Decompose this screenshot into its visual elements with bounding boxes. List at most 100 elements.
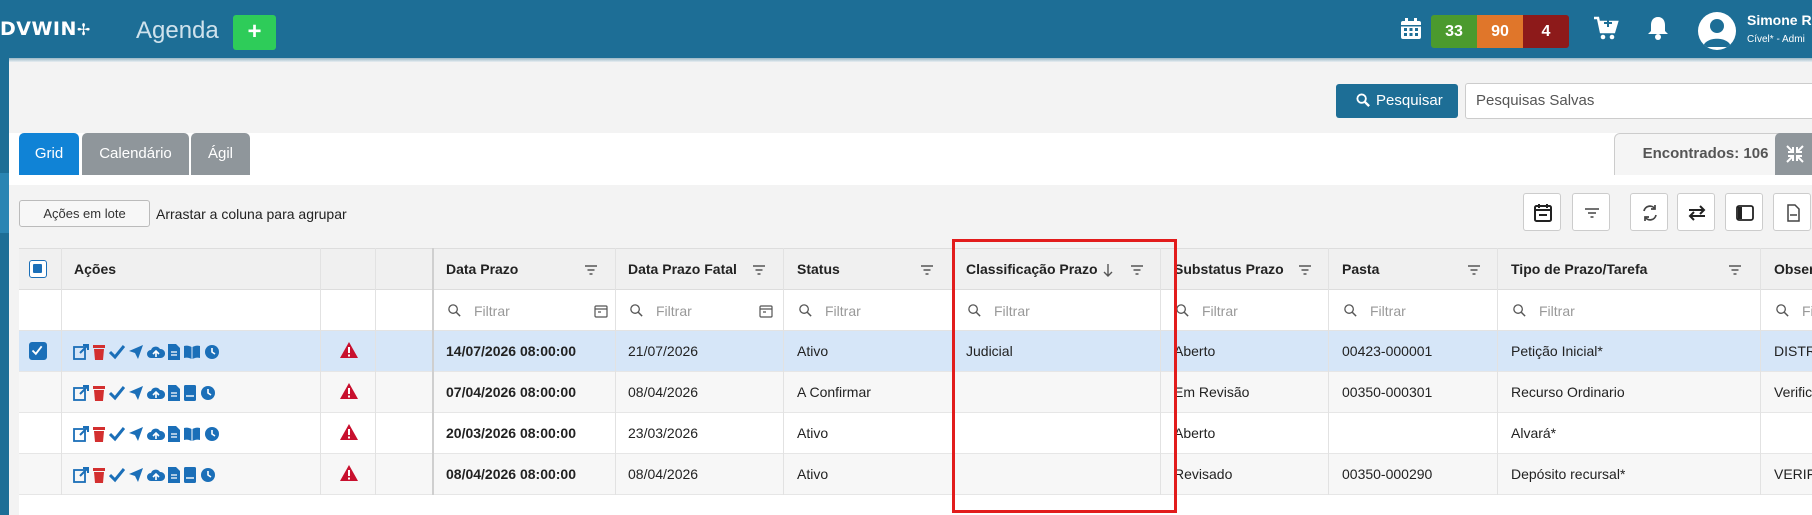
cell-data-prazo: 14/07/2026 08:00:00 bbox=[446, 343, 576, 359]
cloud-upload-icon[interactable] bbox=[147, 385, 165, 401]
user-name[interactable]: Simone R bbox=[1747, 12, 1812, 28]
filter-data-prazo-fatal[interactable]: Filtrar bbox=[656, 303, 692, 319]
tab-calendario[interactable]: Calendário bbox=[82, 133, 189, 175]
delete-icon[interactable] bbox=[92, 385, 106, 401]
column-filter-icon[interactable] bbox=[919, 262, 935, 278]
select-all-checkbox[interactable] bbox=[29, 260, 47, 278]
clock-icon[interactable] bbox=[204, 344, 220, 360]
column-filter-icon[interactable] bbox=[583, 262, 599, 278]
delete-icon[interactable] bbox=[92, 467, 106, 483]
filter-tipo[interactable]: Filtrar bbox=[1539, 303, 1575, 319]
filter-status[interactable]: Filtrar bbox=[825, 303, 861, 319]
filter-pasta[interactable]: Filtrar bbox=[1370, 303, 1406, 319]
document-icon[interactable] bbox=[168, 385, 180, 401]
filter-tool-button[interactable] bbox=[1572, 193, 1610, 231]
search-button[interactable]: Pesquisar bbox=[1336, 84, 1458, 118]
column-filter-icon[interactable] bbox=[1727, 262, 1743, 278]
add-button[interactable]: + bbox=[233, 15, 276, 50]
badge-red-count[interactable]: 4 bbox=[1523, 15, 1569, 48]
edit-icon[interactable] bbox=[73, 426, 89, 442]
calendar-picker-icon[interactable] bbox=[759, 304, 773, 318]
filter-substatus[interactable]: Filtrar bbox=[1202, 303, 1238, 319]
notebook-icon[interactable] bbox=[183, 467, 197, 483]
export-tool-button[interactable] bbox=[1773, 193, 1811, 231]
notebook-icon[interactable] bbox=[183, 385, 197, 401]
cell-status: A Confirmar bbox=[797, 384, 871, 400]
cart-icon[interactable] bbox=[1593, 15, 1619, 41]
table-row[interactable]: 20/03/2026 08:00:00 23/03/2026 Ativo Abe… bbox=[19, 413, 1812, 454]
col-status[interactable]: Status bbox=[797, 261, 840, 277]
highlight-annotation-box bbox=[952, 239, 1177, 513]
edit-icon[interactable] bbox=[73, 344, 89, 360]
app-logo[interactable]: DVWIN✢ bbox=[0, 18, 91, 40]
cloud-upload-icon[interactable] bbox=[147, 426, 165, 442]
calendar-icon[interactable] bbox=[1400, 18, 1422, 40]
book-icon[interactable] bbox=[183, 426, 201, 442]
export-file-icon bbox=[1787, 204, 1800, 222]
book-icon[interactable] bbox=[183, 344, 201, 360]
column-filter-icon[interactable] bbox=[1466, 262, 1482, 278]
col-data-prazo-fatal[interactable]: Data Prazo Fatal bbox=[628, 261, 737, 277]
columns-tool-button[interactable] bbox=[1725, 193, 1763, 231]
edit-icon[interactable] bbox=[73, 467, 89, 483]
batch-actions-button[interactable]: Ações em lote bbox=[19, 200, 150, 227]
column-filter-icon[interactable] bbox=[1297, 262, 1313, 278]
document-icon[interactable] bbox=[168, 426, 180, 442]
clock-icon[interactable] bbox=[204, 426, 220, 442]
cloud-upload-icon[interactable] bbox=[147, 344, 165, 360]
send-icon[interactable] bbox=[128, 385, 144, 401]
col-observacao[interactable]: Observ bbox=[1774, 261, 1812, 277]
check-icon[interactable] bbox=[109, 385, 125, 401]
col-acoes[interactable]: Ações bbox=[74, 261, 116, 277]
refresh-icon bbox=[1643, 205, 1657, 221]
badge-green-count[interactable]: 33 bbox=[1431, 15, 1477, 48]
table-row[interactable]: 07/04/2026 08:00:00 08/04/2026 A Confirm… bbox=[19, 372, 1812, 413]
grid-header: Ações Data Prazo Data Prazo Fatal Status… bbox=[19, 248, 1812, 290]
cloud-upload-icon[interactable] bbox=[147, 467, 165, 483]
cell-pasta[interactable]: 00350-000301 bbox=[1342, 384, 1432, 400]
col-pasta[interactable]: Pasta bbox=[1342, 261, 1379, 277]
swap-tool-button[interactable] bbox=[1677, 193, 1715, 231]
send-icon[interactable] bbox=[128, 426, 144, 442]
search-icon bbox=[1344, 304, 1357, 317]
date-tool-button[interactable] bbox=[1523, 193, 1561, 231]
check-icon[interactable] bbox=[109, 344, 125, 360]
document-icon[interactable] bbox=[168, 467, 180, 483]
tab-agil[interactable]: Ágil bbox=[191, 133, 250, 175]
col-data-prazo[interactable]: Data Prazo bbox=[446, 261, 518, 277]
badge-orange-count[interactable]: 90 bbox=[1477, 15, 1523, 48]
edit-icon[interactable] bbox=[73, 385, 89, 401]
check-icon[interactable] bbox=[109, 467, 125, 483]
refresh-tool-button[interactable] bbox=[1630, 193, 1668, 231]
send-icon[interactable] bbox=[128, 467, 144, 483]
collapse-button[interactable] bbox=[1775, 133, 1812, 175]
tab-grid[interactable]: Grid bbox=[19, 133, 79, 175]
cell-pasta[interactable]: 00350-000290 bbox=[1342, 466, 1432, 482]
cell-status: Ativo bbox=[797, 466, 829, 482]
document-icon[interactable] bbox=[168, 344, 180, 360]
user-avatar-icon[interactable] bbox=[1698, 12, 1736, 50]
search-icon bbox=[630, 304, 643, 317]
calendar-picker-icon[interactable] bbox=[594, 304, 608, 318]
cell-tipo: Alvará* bbox=[1511, 425, 1557, 441]
clock-icon[interactable] bbox=[200, 385, 216, 401]
col-tipo-prazo-tarefa[interactable]: Tipo de Prazo/Tarefa bbox=[1511, 261, 1647, 277]
cell-substatus: Revisado bbox=[1174, 466, 1233, 482]
col-substatus-prazo[interactable]: Substatus Prazo bbox=[1174, 261, 1284, 277]
left-sidebar-strip[interactable] bbox=[0, 58, 9, 515]
table-row[interactable]: 14/07/2026 08:00:00 21/07/2026 Ativo Jud… bbox=[19, 331, 1812, 372]
column-filter-icon[interactable] bbox=[751, 262, 767, 278]
check-icon[interactable] bbox=[109, 426, 125, 442]
table-row[interactable]: 08/04/2026 08:00:00 08/04/2026 Ativo Rev… bbox=[19, 454, 1812, 495]
filter-observacao[interactable]: Fil bbox=[1802, 303, 1812, 319]
row-checkbox[interactable] bbox=[29, 342, 47, 360]
send-icon[interactable] bbox=[128, 344, 144, 360]
cell-pasta[interactable]: 00423-000001 bbox=[1342, 343, 1432, 359]
delete-icon[interactable] bbox=[92, 344, 106, 360]
top-bar: DVWIN✢ Agenda + 33 90 4 Simone R Cível* … bbox=[0, 0, 1812, 62]
filter-data-prazo[interactable]: Filtrar bbox=[474, 303, 510, 319]
clock-icon[interactable] bbox=[200, 467, 216, 483]
delete-icon[interactable] bbox=[92, 426, 106, 442]
saved-searches-input[interactable]: Pesquisas Salvas bbox=[1465, 83, 1812, 119]
bell-icon[interactable] bbox=[1646, 15, 1670, 41]
